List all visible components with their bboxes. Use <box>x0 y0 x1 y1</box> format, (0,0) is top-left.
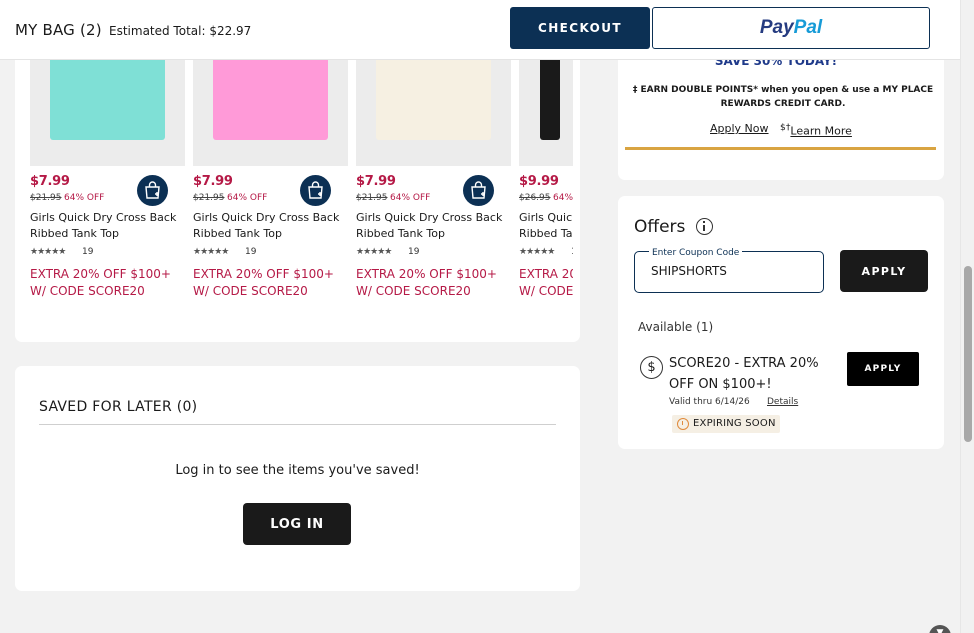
product-name[interactable]: Girls Quick Dry Cross Back Ribbed Tank T… <box>30 210 190 242</box>
product-discount: 64% OFF <box>390 193 431 203</box>
product-original-price: $21.95 <box>193 193 225 203</box>
login-button[interactable]: LOG IN <box>243 503 351 545</box>
expiring-soon-badge: EXPIRING SOON <box>672 415 780 433</box>
bag-title: MY BAG (2) <box>15 21 102 39</box>
bag-header: MY BAG (2) Estimated Total: $22.97 CHECK… <box>0 0 960 60</box>
promo-details: ‡ EARN DOUBLE POINTS* when you open & us… <box>632 85 934 109</box>
product-original-price: $21.95 <box>30 193 62 203</box>
rating-stars: ★★★★★ <box>519 247 555 257</box>
rating-stars: ★★★★★ <box>193 247 229 257</box>
product-name[interactable]: Girls Quick Dry Cross Back Ribbed Tank T… <box>519 210 573 242</box>
rating-count: 19 <box>571 247 573 257</box>
divider <box>39 424 556 425</box>
bag-plus-icon <box>471 181 486 199</box>
tank-top-image <box>50 60 165 140</box>
saved-for-later-title: SAVED FOR LATER (0) <box>39 399 198 415</box>
offer-details-link[interactable]: Details <box>767 397 798 407</box>
product-discount: 64% OFF <box>64 193 105 203</box>
paypal-button[interactable]: PayPal <box>652 7 930 49</box>
product-image[interactable] <box>356 60 511 166</box>
tank-top-image <box>376 60 491 140</box>
offers-title: Offers <box>634 217 686 237</box>
product-promo: EXTRA 20% OFF $100+ W/ CODE SCORE20 <box>519 267 573 298</box>
paypal-logo-pal: Pal <box>793 17 823 38</box>
checkout-button[interactable]: CHECKOUT <box>510 7 650 49</box>
product-price: $7.99 <box>356 174 396 189</box>
rating-count: 19 <box>245 247 257 257</box>
product-name[interactable]: Girls Quick Dry Cross Back Ribbed Tank T… <box>356 210 516 242</box>
product-price: $7.99 <box>193 174 233 189</box>
product-name[interactable]: Girls Quick Dry Cross Back Ribbed Tank T… <box>193 210 353 242</box>
page-scrollbar[interactable] <box>960 0 974 633</box>
product-promo: EXTRA 20% OFF $100+ W/ CODE SCORE20 <box>356 267 497 298</box>
add-to-bag-button[interactable] <box>300 175 331 206</box>
rating-count: 19 <box>408 247 420 257</box>
product-promo: EXTRA 20% OFF $100+ W/ CODE SCORE20 <box>193 267 334 298</box>
expiring-soon-label: EXPIRING SOON <box>693 418 776 429</box>
estimated-total: Estimated Total: $22.97 <box>109 24 252 38</box>
add-to-bag-button[interactable] <box>137 175 168 206</box>
available-offers-count: Available (1) <box>638 320 714 334</box>
tank-top-image <box>213 60 328 140</box>
scrollbar-thumb[interactable] <box>964 266 972 442</box>
recommendations-card: $7.99 $21.95 64% OFF Girls Quick Dry Cro… <box>15 40 580 342</box>
offer-title: SCORE20 - EXTRA 20% OFF ON $100+! <box>669 356 819 392</box>
coupon-code-label: Enter Coupon Code <box>649 248 743 258</box>
product-carousel: $7.99 $21.95 64% OFF Girls Quick Dry Cro… <box>30 60 573 320</box>
product-price: $9.99 <box>519 174 559 189</box>
learn-more-label: Learn More <box>790 124 852 138</box>
bag-plus-icon <box>145 181 160 199</box>
bag-plus-icon <box>308 181 323 199</box>
credit-card-promo: SAVE 30% TODAY! ‡ EARN DOUBLE POINTS* wh… <box>618 40 944 180</box>
product-original-price: $21.95 <box>356 193 388 203</box>
coupon-code-field[interactable]: Enter Coupon Code <box>634 248 824 293</box>
product-discount: 64% OFF <box>227 193 268 203</box>
paypal-logo-pay: Pay <box>759 17 794 38</box>
rating-count: 19 <box>82 247 94 257</box>
product-image[interactable] <box>30 60 185 166</box>
gold-divider <box>625 147 936 150</box>
product-promo: EXTRA 20% OFF $100+ W/ CODE SCORE20 <box>30 267 171 298</box>
apply-offer-button[interactable]: APPLY <box>847 352 919 386</box>
product-discount: 64% OFF <box>553 193 573 203</box>
product-image[interactable] <box>519 60 573 166</box>
clock-icon <box>677 418 689 430</box>
product-image[interactable] <box>193 60 348 166</box>
rating-stars: ★★★★★ <box>356 247 392 257</box>
offers-card: Offers Enter Coupon Code APPLY Available… <box>618 196 944 449</box>
product-original-price: $26.95 <box>519 193 551 203</box>
learn-more-footnote: $† <box>780 122 791 133</box>
tank-top-image <box>540 60 560 140</box>
add-to-bag-button[interactable] <box>463 175 494 206</box>
offer-valid-thru: Valid thru 6/14/26 <box>669 397 750 407</box>
learn-more-link[interactable]: $†Learn More <box>780 122 852 138</box>
apply-now-link[interactable]: Apply Now <box>710 122 769 135</box>
apply-coupon-button[interactable]: APPLY <box>840 250 928 292</box>
product-price: $7.99 <box>30 174 70 189</box>
coupon-code-input[interactable] <box>651 264 811 278</box>
info-icon[interactable] <box>696 218 713 235</box>
dollar-icon: $ <box>640 356 663 379</box>
scroll-down-icon[interactable]: ▼ <box>929 625 951 633</box>
saved-for-later-card: SAVED FOR LATER (0) Log in to see the it… <box>15 366 580 591</box>
rating-stars: ★★★★★ <box>30 247 66 257</box>
saved-items-message: Log in to see the items you've saved! <box>175 463 420 478</box>
